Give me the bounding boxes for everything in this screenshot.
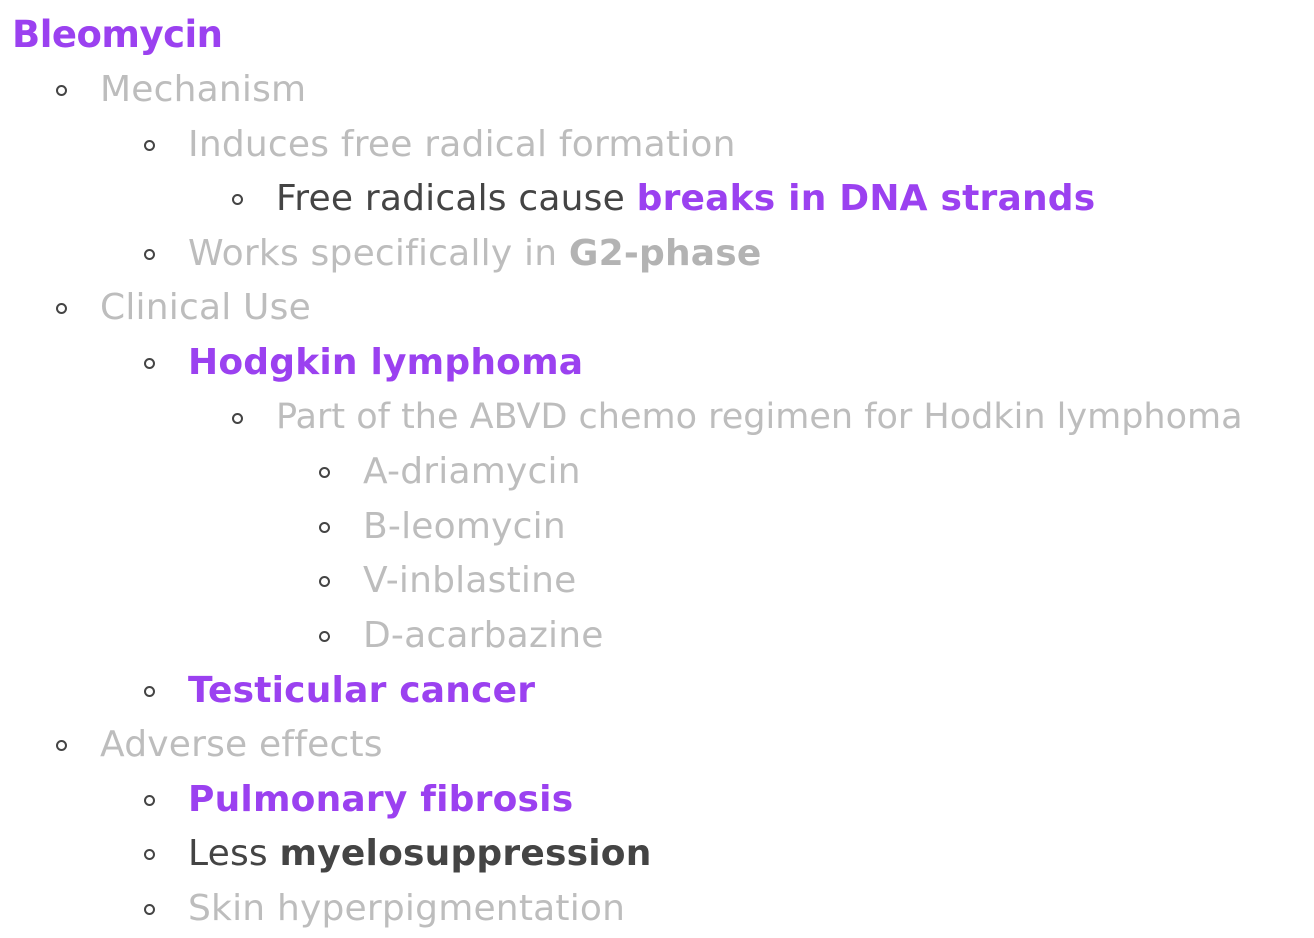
list-item-b: B-leomycin <box>0 499 566 554</box>
bullet-icon <box>144 139 155 151</box>
item-text: V-inblastine <box>363 560 577 601</box>
bullet-icon <box>56 739 67 751</box>
bullet-icon <box>144 357 155 369</box>
item-text: Works specifically in G2-phase <box>188 226 762 281</box>
item-text: Free radicals cause breaks in DNA strand… <box>276 171 1095 226</box>
bullet-icon <box>232 412 243 424</box>
bullet-icon <box>319 466 330 478</box>
bullet-icon <box>144 685 155 697</box>
bullet-icon <box>56 84 67 96</box>
bullet-icon <box>319 630 330 642</box>
list-item-less: Less myelosuppression <box>0 826 652 881</box>
item-text-emphasis: breaks in DNA strands <box>636 178 1096 219</box>
item-text-plain: Works specifically in <box>188 233 569 274</box>
list-item-abvd: Part of the ABVD chemo regimen for Hodki… <box>0 390 1243 445</box>
item-text: Skin hyperpigmentation <box>188 888 626 929</box>
item-text-emphasis: Testicular cancer <box>188 670 536 711</box>
item-text: A-driamycin <box>363 451 581 492</box>
bullet-icon <box>144 848 155 860</box>
list-item-pulmonary: Pulmonary fibrosis <box>0 772 573 827</box>
list-item-free-radicals: Free radicals cause breaks in DNA strand… <box>0 171 1095 226</box>
list-item-v: V-inblastine <box>0 553 576 608</box>
bullet-icon <box>144 903 155 915</box>
list-item-skin: Skin hyperpigmentation <box>0 881 625 936</box>
list-item-testicular: Testicular cancer <box>0 663 535 718</box>
item-text: B-leomycin <box>363 506 566 547</box>
item-text: Adverse effects <box>100 724 383 765</box>
page-title: Bleomycin <box>12 13 223 56</box>
item-text-plain: Less <box>188 833 280 874</box>
list-item-hodgkin: Hodgkin lymphoma <box>0 335 583 390</box>
bullet-icon <box>232 193 243 205</box>
item-text: D-acarbazine <box>363 615 604 656</box>
item-text-plain: Free radicals cause <box>276 178 637 219</box>
list-item-a: A-driamycin <box>0 444 581 499</box>
item-text-emphasis: Pulmonary fibrosis <box>188 779 574 820</box>
list-item-adverse: Adverse effects <box>0 717 383 772</box>
item-text: Part of the ABVD chemo regimen for Hodki… <box>276 397 1243 437</box>
item-text-emphasis: Hodgkin lymphoma <box>188 342 584 383</box>
item-text-emphasis: G2-phase <box>568 233 762 274</box>
bullet-icon <box>144 794 155 806</box>
bullet-icon <box>56 302 67 314</box>
item-text: Induces free radical formation <box>188 124 736 165</box>
list-item-mechanism: Mechanism <box>0 62 306 117</box>
list-item-induces: Induces free radical formation <box>0 117 736 172</box>
list-item-d: D-acarbazine <box>0 608 604 663</box>
item-text: Clinical Use <box>100 287 311 328</box>
bullet-icon <box>144 248 155 260</box>
list-item-clinical-use: Clinical Use <box>0 280 311 335</box>
item-text: Mechanism <box>100 69 307 110</box>
item-text-emphasis: myelosuppression <box>279 833 652 874</box>
bullet-icon <box>319 521 330 533</box>
item-text: Less myelosuppression <box>188 826 652 881</box>
list-item-works: Works specifically in G2-phase <box>0 226 762 281</box>
bullet-icon <box>319 575 330 587</box>
